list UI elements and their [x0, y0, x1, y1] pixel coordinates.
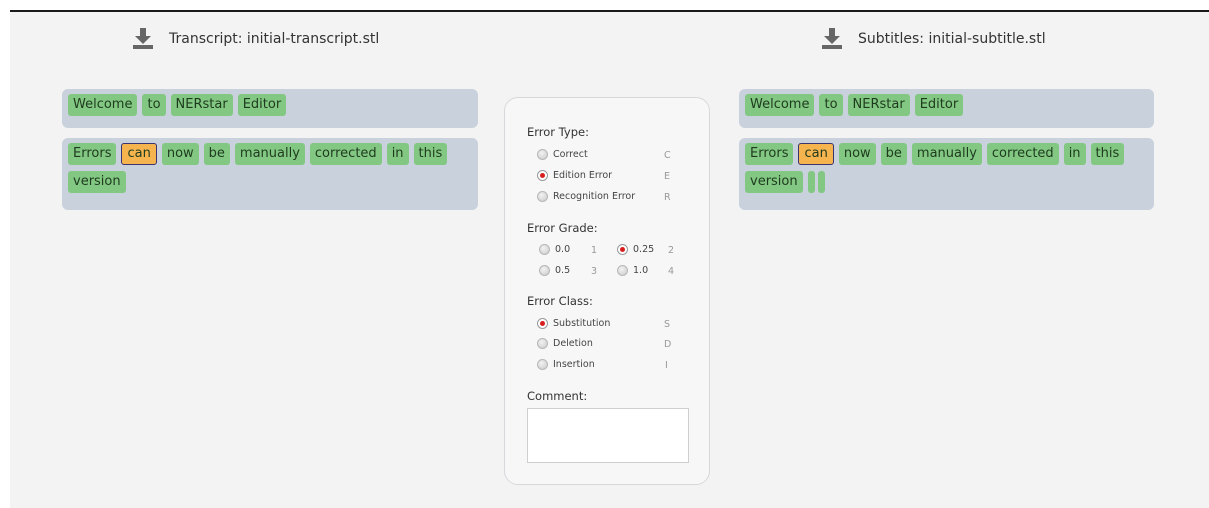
- word-token[interactable]: version: [68, 171, 126, 193]
- shortcut-key: R: [664, 192, 671, 203]
- empty-word-slot[interactable]: [807, 171, 815, 193]
- option-label: Substitution: [553, 318, 611, 329]
- word-token[interactable]: Errors: [745, 143, 794, 165]
- download-icon[interactable]: [820, 28, 844, 50]
- option-label: 0.5: [555, 265, 571, 276]
- radio-button[interactable]: [537, 338, 548, 349]
- radio-button-selected[interactable]: [537, 318, 548, 329]
- transcript-header: Transcript: initial-transcript.stl: [131, 28, 379, 50]
- word-token[interactable]: to: [142, 94, 166, 116]
- radio-button-selected[interactable]: [617, 244, 628, 255]
- word-token[interactable]: manually: [911, 143, 982, 165]
- error-class-title: Error Class:: [527, 294, 593, 308]
- error-type-title: Error Type:: [527, 125, 589, 139]
- shortcut-key: C: [664, 150, 671, 161]
- shortcut-key: E: [664, 171, 671, 182]
- error-grade-title: Error Grade:: [527, 221, 598, 235]
- word-token[interactable]: Welcome: [745, 94, 815, 116]
- shortcut-key: S: [664, 319, 671, 330]
- word-token[interactable]: now: [838, 143, 876, 165]
- error-grade-0-5-option[interactable]: 0.5: [539, 265, 570, 276]
- error-grade-0-0-option[interactable]: 0.0: [539, 244, 570, 255]
- error-class-substitution-option[interactable]: Substitution: [537, 318, 610, 329]
- subtitles-file-title: Subtitles: initial-subtitle.stl: [858, 31, 1046, 47]
- radio-button[interactable]: [537, 149, 548, 160]
- error-annotation-panel: Error Type: Correct C Edition Error E Re…: [504, 97, 710, 485]
- shortcut-key: I: [665, 360, 668, 371]
- shortcut-key: D: [664, 339, 672, 350]
- word-token[interactable]: Welcome: [68, 94, 138, 116]
- error-class-deletion-option[interactable]: Deletion: [537, 338, 593, 349]
- radio-button[interactable]: [539, 244, 550, 255]
- error-class-insertion-option[interactable]: Insertion: [537, 359, 595, 370]
- transcript-file-title: Transcript: initial-transcript.stl: [169, 31, 380, 47]
- word-token[interactable]: now: [161, 143, 199, 165]
- selected-word-token[interactable]: can: [798, 143, 834, 165]
- word-token[interactable]: version: [745, 171, 803, 193]
- error-type-edition-option[interactable]: Edition Error: [537, 170, 612, 181]
- word-token[interactable]: Errors: [68, 143, 117, 165]
- option-label: 0.25: [633, 244, 655, 255]
- option-label: 0.0: [555, 244, 571, 255]
- word-token[interactable]: corrected: [309, 143, 382, 165]
- empty-word-slot[interactable]: [817, 171, 825, 193]
- transcript-segment-1: Welcome to NERstar Editor: [62, 89, 478, 128]
- comment-textarea[interactable]: [527, 408, 689, 463]
- word-token[interactable]: this: [1090, 143, 1125, 165]
- error-type-recognition-option[interactable]: Recognition Error: [537, 191, 635, 202]
- option-label: Insertion: [553, 359, 595, 370]
- word-token[interactable]: in: [386, 143, 409, 165]
- subtitle-segment-1: Welcome to NERstar Editor: [739, 89, 1154, 128]
- error-type-correct-option[interactable]: Correct: [537, 149, 588, 160]
- word-token[interactable]: NERstar: [170, 94, 233, 116]
- error-grade-1-0-option[interactable]: 1.0: [617, 265, 648, 276]
- radio-button[interactable]: [537, 191, 548, 202]
- shortcut-key: 4: [668, 266, 675, 277]
- option-label: Recognition Error: [553, 191, 636, 202]
- word-token[interactable]: NERstar: [847, 94, 910, 116]
- radio-button[interactable]: [539, 265, 550, 276]
- comment-title: Comment:: [527, 389, 588, 403]
- transcript-segment-2: Errors can now be manually corrected in …: [62, 138, 478, 210]
- word-token[interactable]: this: [413, 143, 448, 165]
- option-label: Edition Error: [553, 170, 613, 181]
- subtitles-header: Subtitles: initial-subtitle.stl: [820, 28, 1046, 50]
- download-icon[interactable]: [131, 28, 155, 50]
- radio-button[interactable]: [617, 265, 628, 276]
- word-token[interactable]: to: [819, 94, 843, 116]
- word-token[interactable]: Editor: [237, 94, 287, 116]
- radio-button[interactable]: [537, 359, 548, 370]
- word-token[interactable]: Editor: [914, 94, 964, 116]
- word-token[interactable]: be: [203, 143, 230, 165]
- error-grade-0-25-option[interactable]: 0.25: [617, 244, 654, 255]
- shortcut-key: 2: [668, 245, 675, 256]
- word-token[interactable]: manually: [234, 143, 305, 165]
- word-token[interactable]: be: [880, 143, 907, 165]
- selected-word-token[interactable]: can: [121, 143, 157, 165]
- shortcut-key: 3: [591, 266, 598, 277]
- radio-button-selected[interactable]: [537, 170, 548, 181]
- option-label: Correct: [553, 149, 588, 160]
- word-token[interactable]: in: [1063, 143, 1086, 165]
- option-label: Deletion: [553, 338, 593, 349]
- word-token[interactable]: corrected: [986, 143, 1059, 165]
- subtitle-segment-2: Errors can now be manually corrected in …: [739, 138, 1154, 210]
- shortcut-key: 1: [591, 245, 598, 256]
- option-label: 1.0: [633, 265, 649, 276]
